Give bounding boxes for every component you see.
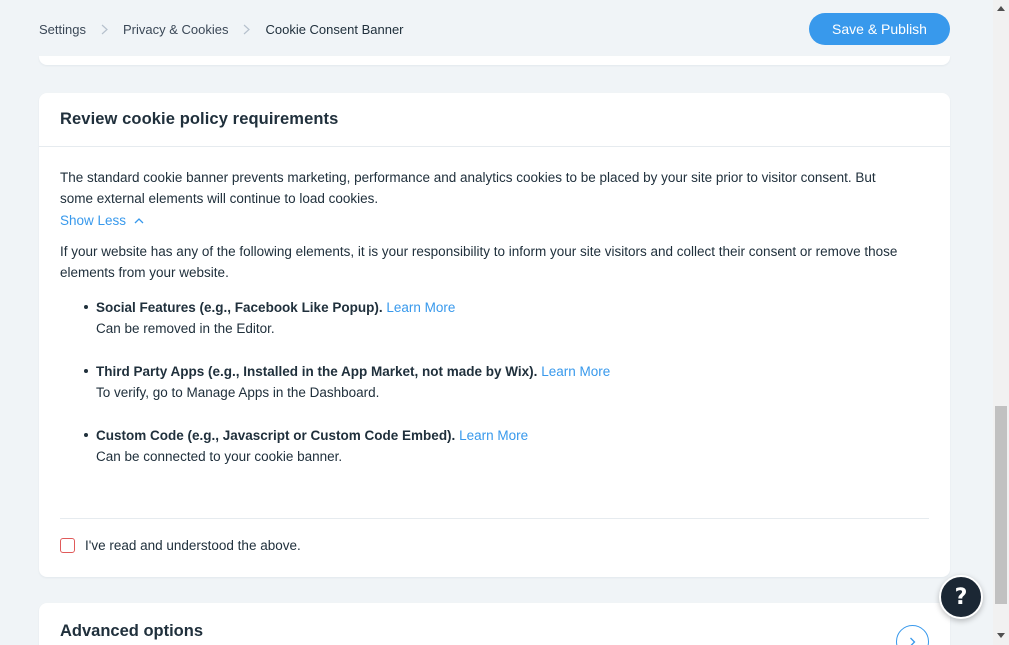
card-title: Review cookie policy requirements [60,110,339,128]
scroll-down-arrow-icon[interactable] [997,633,1005,638]
advanced-options-card[interactable]: Advanced options [39,603,950,645]
chevron-right-icon [86,20,123,40]
item-title: Social Features (e.g., Facebook Like Pop… [96,300,383,315]
consent-row[interactable]: I've read and understood the above. [60,538,301,553]
previous-card-edge [39,56,950,65]
cookie-policy-card: Review cookie policy requirements The st… [39,93,950,577]
breadcrumb-settings[interactable]: Settings [39,22,86,37]
list-item: Social Features (e.g., Facebook Like Pop… [82,297,929,339]
expand-advanced-button[interactable] [896,625,929,645]
chevron-right-icon [910,637,916,645]
item-description: To verify, go to Manage Apps in the Dash… [96,385,380,400]
advanced-options-title: Advanced options [60,622,204,640]
item-title: Custom Code (e.g., Javascript or Custom … [96,428,456,443]
responsibility-text: If your website has any of the following… [60,244,898,280]
learn-more-link[interactable]: Learn More [541,364,610,379]
breadcrumb-current: Cookie Consent Banner [265,22,404,37]
requirements-list: Social Features (e.g., Facebook Like Pop… [82,297,929,467]
show-less-label: Show Less [60,212,127,228]
consent-checkbox[interactable] [60,538,75,553]
scroll-thumb[interactable] [995,406,1007,604]
card-body: The standard cookie banner prevents mark… [39,147,950,467]
bullet-icon [84,433,88,437]
card-header: Review cookie policy requirements [39,93,950,147]
top-bar: Settings Privacy & Cookies Cookie Consen… [0,0,993,59]
learn-more-link[interactable]: Learn More [386,300,455,315]
consent-label: I've read and understood the above. [85,538,301,553]
show-less-toggle[interactable]: Show Less [60,209,144,231]
item-title: Third Party Apps (e.g., Installed in the… [96,364,538,379]
bullet-icon [84,369,88,373]
learn-more-link[interactable]: Learn More [459,428,528,443]
bullet-icon [84,305,88,309]
help-button[interactable]: ? [939,575,983,619]
item-description: Can be removed in the Editor. [96,321,275,336]
save-publish-button[interactable]: Save & Publish [809,13,950,45]
breadcrumb-privacy-cookies[interactable]: Privacy & Cookies [123,22,228,37]
scroll-up-arrow-icon[interactable] [997,6,1005,11]
divider [60,518,929,519]
item-description: Can be connected to your cookie banner. [96,449,343,464]
breadcrumb: Settings Privacy & Cookies Cookie Consen… [39,20,404,40]
app-viewport: Settings Privacy & Cookies Cookie Consen… [0,0,1009,645]
scrollbar[interactable] [993,0,1009,645]
chevron-up-icon [134,217,144,223]
intro-text: The standard cookie banner prevents mark… [60,170,876,206]
list-item: Third Party Apps (e.g., Installed in the… [82,361,929,403]
list-item: Custom Code (e.g., Javascript or Custom … [82,425,929,467]
chevron-right-icon [228,20,265,40]
